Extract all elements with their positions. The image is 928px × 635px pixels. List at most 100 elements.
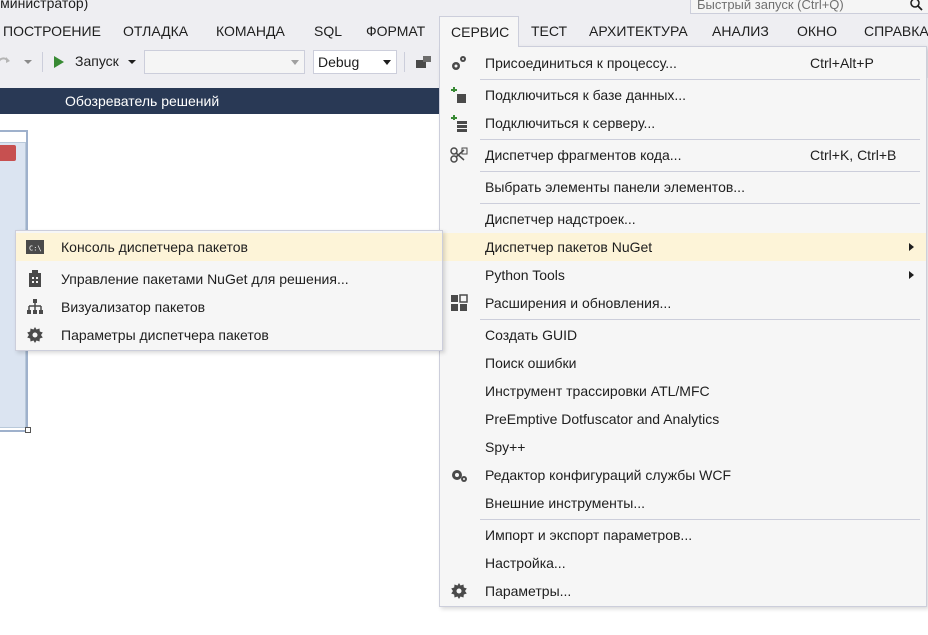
menu-separator: [480, 319, 920, 320]
start-button-label: Запуск: [75, 53, 119, 69]
package-icon: [29, 270, 41, 287]
menu-item-label: Параметры...: [485, 583, 572, 599]
menu-item-import-export-settings[interactable]: Импорт и экспорт параметров...: [440, 521, 926, 549]
play-icon: [54, 56, 64, 68]
menu-item-attach-process[interactable]: Присоединиться к процессу... Ctrl+Alt+P: [440, 49, 926, 77]
menu-item-options[interactable]: Параметры...: [440, 577, 926, 605]
menu-item-shortcut: Ctrl+Alt+P: [810, 55, 874, 71]
solution-explorer-header[interactable]: Обозреватель решений: [0, 88, 450, 114]
menu-item-extensions-updates[interactable]: Расширения и обновления...: [440, 289, 926, 317]
menu-item-label: Выбрать элементы панели элементов...: [485, 179, 745, 195]
title-bar: дминистратор) Быстрый запуск (Ctrl+Q): [0, 0, 928, 16]
nuget-submenu: C:\ Консоль диспетчера пакетов Управлени…: [15, 230, 443, 351]
menu-item-label: Диспетчер пакетов NuGet: [485, 239, 653, 255]
redo-icon[interactable]: [0, 54, 12, 70]
submenu-item-package-visualizer[interactable]: Визуализатор пакетов: [16, 293, 442, 321]
submenu-item-label: Консоль диспетчера пакетов: [61, 239, 248, 255]
solution-explorer-title: Обозреватель решений: [65, 93, 220, 109]
quick-launch-input[interactable]: Быстрый запуск (Ctrl+Q): [690, 0, 928, 14]
menu-item-label: Импорт и экспорт параметров...: [485, 527, 693, 543]
quick-launch-placeholder: Быстрый запуск (Ctrl+Q): [697, 0, 844, 12]
menu-item-label: Настройка...: [485, 555, 566, 571]
menu-test[interactable]: ТЕСТ: [525, 16, 573, 46]
menu-item-label: Поиск ошибки: [485, 355, 577, 371]
attach-toolbar-icon[interactable]: [415, 54, 433, 70]
menu-help[interactable]: СПРАВКА: [858, 16, 928, 46]
window-title: дминистратор): [0, 0, 89, 11]
menu-item-label: Python Tools: [485, 267, 565, 283]
menu-item-label: PreEmptive Dotfuscator and Analytics: [485, 411, 720, 427]
toolbar-separator: [404, 52, 405, 72]
chevron-down-icon: [383, 60, 391, 65]
submenu-item-label: Управление пакетами NuGet для решения...: [61, 271, 349, 287]
menu-item-label: Инструмент трассировки ATL/MFC: [485, 383, 710, 399]
menu-item-label: Редактор конфигураций службы WCF: [485, 467, 732, 483]
menu-bar: ПОСТРОЕНИЕ ОТЛАДКА КОМАНДА SQL ФОРМАТ СЕ…: [0, 16, 928, 47]
menu-service[interactable]: СЕРВИС: [439, 16, 519, 47]
menu-item-label: Создать GUID: [485, 327, 578, 343]
attach-process-icon: [452, 56, 466, 70]
configuration-combo[interactable]: Debug: [313, 50, 397, 74]
form-close-button: [0, 145, 16, 161]
menu-item-choose-toolbox-items[interactable]: Выбрать элементы панели элементов...: [440, 173, 926, 201]
chevron-down-icon: [128, 60, 136, 64]
menu-item-label: Подключиться к базе данных...: [485, 87, 687, 103]
menu-item-label: Подключиться к серверу...: [485, 115, 656, 131]
menu-analysis[interactable]: АНАЛИЗ: [706, 16, 775, 46]
menu-item-wcf-config-editor[interactable]: Редактор конфигураций службы WCF: [440, 461, 926, 489]
resize-handle[interactable]: [25, 427, 31, 433]
submenu-item-label: Визуализатор пакетов: [61, 299, 206, 315]
menu-item-addin-manager[interactable]: Диспетчер надстроек...: [440, 205, 926, 233]
menu-item-label: Присоединиться к процессу...: [485, 55, 677, 71]
toolbar-gap: [0, 78, 450, 88]
menu-item-nuget-manager[interactable]: Диспетчер пакетов NuGet: [440, 233, 926, 261]
snippets-icon: [450, 147, 468, 163]
menu-item-label: Диспетчер фрагментов кода...: [485, 147, 682, 163]
menu-item-python-tools[interactable]: Python Tools: [440, 261, 926, 289]
menu-item-external-tools[interactable]: Внешние инструменты...: [440, 489, 926, 517]
menu-sql[interactable]: SQL: [308, 16, 348, 46]
menu-item-connect-server[interactable]: Подключиться к серверу...: [440, 109, 926, 137]
submenu-item-label: Параметры диспетчера пакетов: [61, 327, 269, 343]
start-button[interactable]: Запуск: [50, 50, 138, 74]
menu-item-atl-mfc-trace[interactable]: Инструмент трассировки ATL/MFC: [440, 377, 926, 405]
hierarchy-icon: [27, 299, 43, 314]
chevron-down-icon: [291, 60, 299, 65]
submenu-item-package-manager-console[interactable]: C:\ Консоль диспетчера пакетов: [16, 233, 442, 261]
submenu-arrow-icon: [909, 243, 914, 251]
submenu-arrow-icon: [909, 271, 914, 279]
menu-window[interactable]: ОКНО: [791, 16, 843, 46]
connect-database-icon: [451, 87, 466, 103]
startup-target-combo[interactable]: [144, 50, 305, 74]
menu-team[interactable]: КОМАНДА: [210, 16, 291, 46]
menu-item-customize[interactable]: Настройка...: [440, 549, 926, 577]
search-icon[interactable]: [909, 0, 923, 11]
submenu-item-package-manager-settings[interactable]: Параметры диспетчера пакетов: [16, 321, 442, 349]
menu-item-spy[interactable]: Spy++: [440, 433, 926, 461]
menu-item-dotfuscator[interactable]: PreEmptive Dotfuscator and Analytics: [440, 405, 926, 433]
submenu-item-manage-packages[interactable]: Управление пакетами NuGet для решения...: [16, 265, 442, 293]
menu-debug[interactable]: ОТЛАДКА: [117, 16, 194, 46]
menu-item-create-guid[interactable]: Создать GUID: [440, 321, 926, 349]
menu-item-label: Spy++: [485, 439, 526, 455]
menu-format[interactable]: ФОРМАТ: [360, 16, 431, 46]
gear-icon: [451, 583, 467, 599]
extensions-icon: [451, 294, 468, 311]
menu-item-shortcut: Ctrl+K, Ctrl+B: [810, 147, 897, 163]
menu-item-connect-database[interactable]: Подключиться к базе данных...: [440, 81, 926, 109]
wcf-config-icon: [452, 470, 467, 482]
menu-separator: [480, 203, 920, 204]
gear-icon: [27, 327, 43, 343]
menu-separator: [480, 171, 920, 172]
menu-separator: [480, 519, 920, 520]
service-menu: Присоединиться к процессу... Ctrl+Alt+P …: [439, 46, 927, 607]
connect-server-icon: [451, 115, 467, 132]
menu-build[interactable]: ПОСТРОЕНИЕ: [0, 16, 107, 46]
menu-item-snippets-manager[interactable]: Диспетчер фрагментов кода... Ctrl+K, Ctr…: [440, 141, 926, 169]
menu-item-error-lookup[interactable]: Поиск ошибки: [440, 349, 926, 377]
redo-dropdown-arrow[interactable]: [24, 60, 32, 64]
configuration-value: Debug: [318, 54, 360, 70]
menu-separator: [480, 79, 920, 80]
svg-text:C:\: C:\: [29, 245, 42, 253]
menu-architecture[interactable]: АРХИТЕКТУРА: [583, 16, 694, 46]
